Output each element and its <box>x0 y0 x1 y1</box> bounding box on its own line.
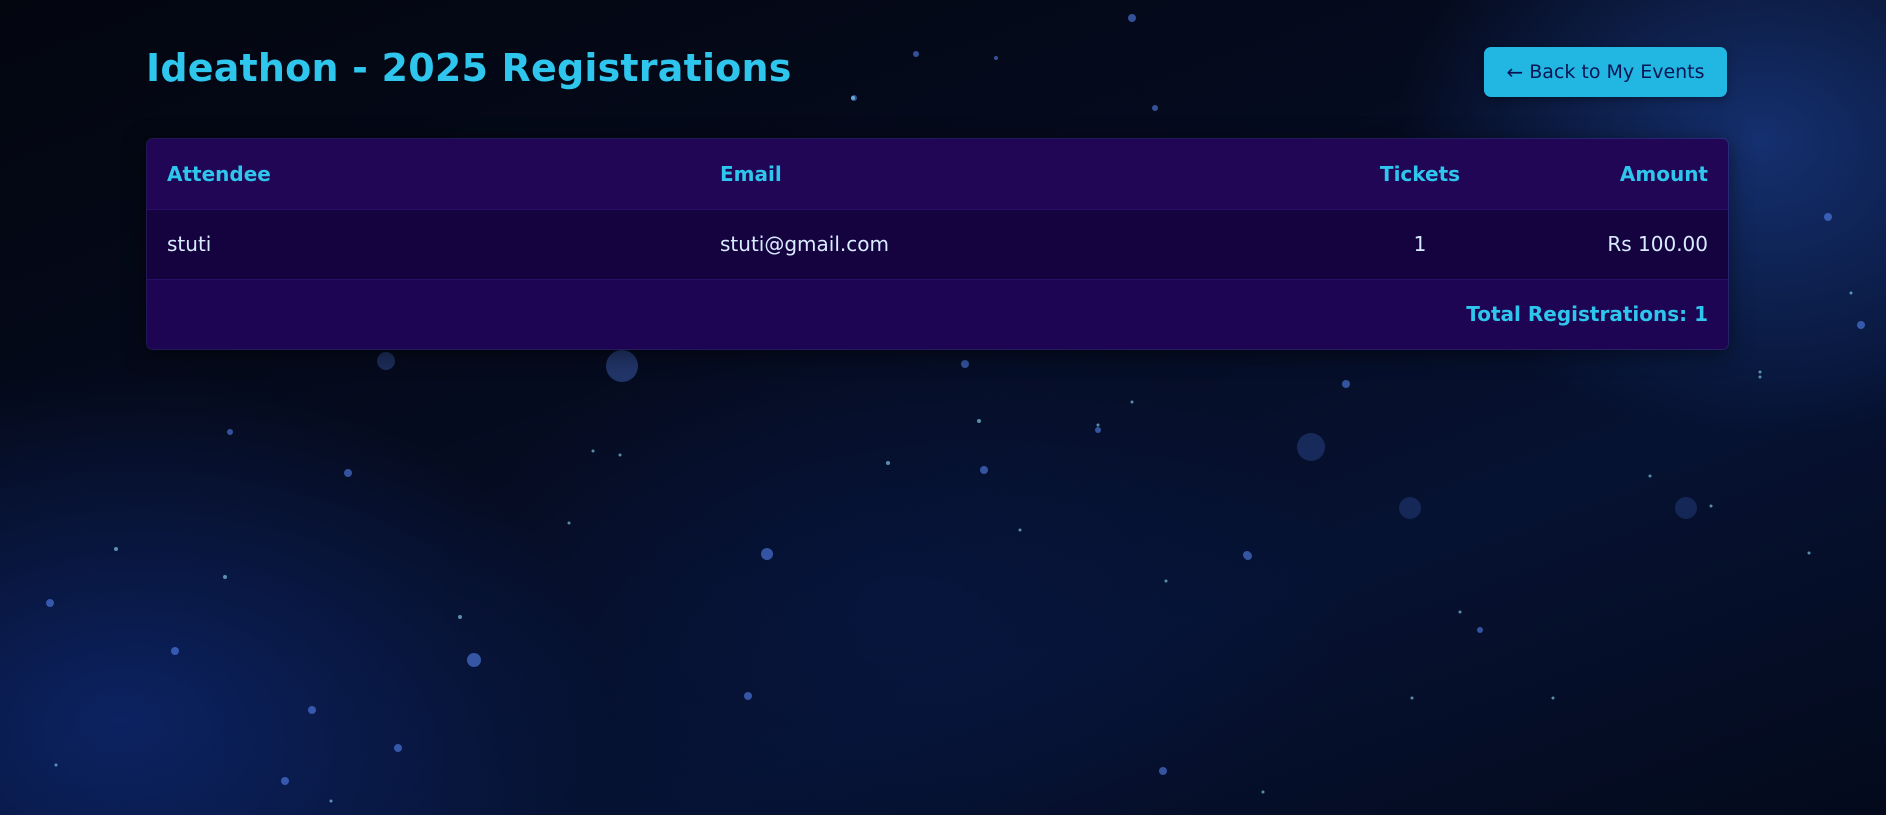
email-cell: stuti@gmail.com <box>720 232 889 256</box>
column-header-attendee: Attendee <box>167 161 271 186</box>
tickets-cell: 1 <box>1413 232 1427 256</box>
registrations-page: Ideathon - 2025 Registrations ← Back to … <box>146 38 1729 350</box>
table-header: Attendee Email Tickets Amount <box>147 139 1728 209</box>
column-header-tickets: Tickets <box>1379 161 1461 186</box>
starfield-background <box>46 14 1865 803</box>
amount-cell: Rs 100.00 <box>1607 232 1708 256</box>
total-registrations: Total Registrations: 1 <box>1466 302 1708 327</box>
column-header-amount: Amount <box>1619 161 1708 186</box>
back-button-label: Back to My Events <box>1529 61 1705 83</box>
page-header: Ideathon - 2025 Registrations ← Back to … <box>146 38 1727 106</box>
back-to-my-events-button[interactable]: ← Back to My Events <box>1484 47 1727 97</box>
attendee-cell: stuti <box>167 232 212 256</box>
page-title: Ideathon - 2025 Registrations <box>146 46 792 90</box>
column-header-email: Email <box>720 161 782 186</box>
left-arrow-icon: ← <box>1506 60 1524 84</box>
table-row: stuti stuti@gmail.com 1 Rs 100.00 <box>147 209 1728 279</box>
registrations-table: Attendee Email Tickets Amount stuti stut… <box>146 138 1729 350</box>
table-footer: Total Registrations: 1 <box>147 279 1728 349</box>
